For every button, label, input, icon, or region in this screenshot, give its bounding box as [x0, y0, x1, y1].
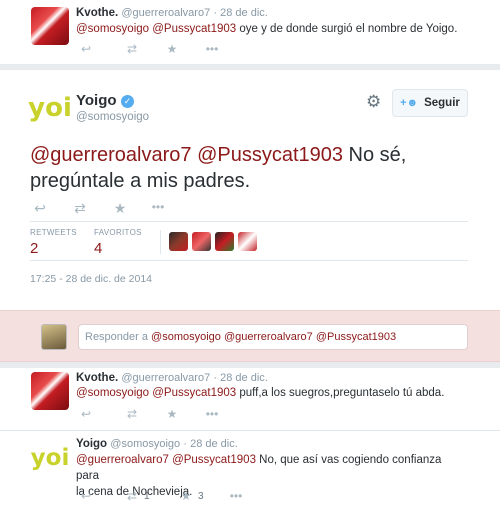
follow-button[interactable]: +☻ Seguir — [392, 89, 468, 117]
mention-link[interactable]: @Pussycat1903 — [197, 144, 343, 166]
tweet-card-1[interactable]: Kvothe. @guerreroalvaro7 · 28 de dic. @s… — [0, 0, 500, 64]
mention-link[interactable]: @Pussycat1903 — [152, 387, 236, 399]
favoriter-avatar[interactable] — [192, 232, 211, 251]
more-button[interactable]: ••• — [228, 489, 244, 503]
follow-label: Seguir — [424, 97, 460, 109]
mention-link[interactable]: @guerreroalvaro7 — [76, 454, 169, 466]
tweet-text-rest: puff,a los suegros,preguntaselo tú abda. — [236, 387, 445, 399]
author-name[interactable]: Kvothe. — [76, 372, 118, 384]
retweets-label: RETWEETS — [30, 228, 77, 237]
reply-icon: ↩ — [34, 200, 46, 216]
retweet-icon: ⇄ — [126, 489, 138, 503]
reply-mentions: @somosyoigo @guerreroalvaro7 @Pussycat19… — [151, 331, 397, 343]
settings-icon[interactable]: ⚙ — [366, 92, 381, 112]
more-icon: ••• — [229, 489, 243, 503]
tweet-card-2[interactable]: Kvothe. @guerreroalvaro7 · 28 de dic. @s… — [0, 368, 500, 430]
more-button[interactable]: ••• — [204, 407, 220, 421]
favorite-button[interactable]: ★ — [164, 42, 180, 56]
more-icon: ••• — [205, 42, 219, 56]
mention-link[interactable]: @somosyoigo — [76, 387, 149, 399]
tweet-text-part1: No sé, — [343, 144, 407, 166]
favoriter-avatar[interactable] — [169, 232, 188, 251]
tweet-card-3[interactable]: yoi Yoigo @somosyoigo · 28 de dic. @guer… — [0, 431, 500, 511]
star-icon: ★ — [180, 489, 192, 503]
favoriter-avatar[interactable] — [215, 232, 234, 251]
favoriter-avatar[interactable] — [238, 232, 257, 251]
mention-link[interactable]: @Pussycat1903 — [152, 23, 236, 35]
author-name[interactable]: Yoigo — [76, 438, 107, 450]
tweet-timestamp[interactable]: 17:25 - 28 de dic. de 2014 — [30, 273, 152, 285]
star-icon: ★ — [166, 407, 178, 421]
yoigo-logo-text: yoi — [30, 445, 70, 471]
avatar[interactable] — [31, 372, 69, 410]
reply-button[interactable]: ↩ — [78, 42, 94, 56]
favorite-count: 3 — [198, 490, 204, 502]
retweets-count: 2 — [30, 240, 39, 257]
reply-box: Responder a @somosyoigo @guerreroalvaro7… — [0, 310, 500, 362]
reply-input[interactable]: Responder a @somosyoigo @guerreroalvaro7… — [78, 324, 468, 350]
reply-icon: ↩ — [80, 407, 92, 421]
retweet-button[interactable]: ⇄ — [72, 200, 88, 217]
reply-button[interactable]: ↩ — [32, 200, 48, 217]
author-name[interactable]: Yoigo — [76, 92, 117, 109]
retweet-count: 1 — [144, 490, 150, 502]
star-icon: ★ — [166, 42, 178, 56]
reply-button[interactable]: ↩ — [78, 489, 94, 503]
tweet-text-part2: pregúntale a mis padres. — [30, 170, 251, 192]
author-name[interactable]: Kvothe. — [76, 7, 118, 19]
retweet-icon: ⇄ — [74, 200, 86, 216]
star-icon: ★ — [113, 200, 127, 216]
author-handle[interactable]: @guerreroalvaro7 — [121, 7, 210, 19]
mention-link[interactable]: @Pussycat1903 — [172, 454, 256, 466]
tweet-time[interactable]: · 28 de dic. — [183, 438, 237, 450]
avatar-yoigo-logo[interactable]: yoi — [31, 439, 69, 477]
yoigo-logo-text: yoi — [28, 93, 72, 123]
reply-placeholder: Responder a — [85, 331, 152, 343]
retweet-button[interactable]: ⇄ — [124, 407, 140, 421]
reply-button[interactable]: ↩ — [78, 407, 94, 421]
avatar[interactable] — [31, 7, 69, 45]
tweet-time[interactable]: · 28 de dic. — [213, 372, 267, 384]
retweet-button[interactable]: ⇄ 1 — [124, 489, 150, 503]
main-tweet-text: @guerreroalvaro7 @Pussycat1903 No sé, pr… — [30, 142, 480, 194]
user-avatar — [41, 324, 67, 350]
favorite-button[interactable]: ★ 3 — [178, 489, 204, 503]
author-handle[interactable]: @guerreroalvaro7 — [121, 372, 210, 384]
main-tweet: yoi Yoigo ✓ @somosyoigo ⚙ +☻ Seguir @gue… — [0, 70, 500, 310]
more-button[interactable]: ••• — [204, 42, 220, 56]
favorites-count: 4 — [94, 240, 103, 257]
author-handle[interactable]: @somosyoigo — [110, 438, 180, 450]
mention-link[interactable]: @somosyoigo — [76, 23, 149, 35]
more-icon: ••• — [205, 407, 219, 421]
retweet-icon: ⇄ — [126, 42, 138, 56]
author-handle[interactable]: @somosyoigo — [76, 111, 149, 123]
avatar-yoigo-logo[interactable]: yoi — [28, 88, 72, 128]
retweet-button[interactable]: ⇄ — [124, 42, 140, 56]
retweet-icon: ⇄ — [126, 407, 138, 421]
tweet-text: @somosyoigo @Pussycat1903 puff,a los sue… — [76, 385, 444, 401]
verified-icon: ✓ — [121, 95, 134, 108]
mention-link[interactable]: @guerreroalvaro7 — [30, 144, 192, 166]
reply-icon: ↩ — [80, 42, 92, 56]
more-button[interactable]: ••• — [150, 200, 166, 214]
favorites-stat[interactable]: FAVORITOS 4 — [94, 228, 142, 257]
tweet-text: @somosyoigo @Pussycat1903 oye y de donde… — [76, 21, 457, 37]
retweets-stat[interactable]: RETWEETS 2 — [30, 228, 77, 257]
tweet-time[interactable]: · 28 de dic. — [213, 7, 267, 19]
favorite-button[interactable]: ★ — [112, 200, 128, 217]
favorite-button[interactable]: ★ — [164, 407, 180, 421]
add-user-icon: +☻ — [400, 97, 419, 109]
favorites-label: FAVORITOS — [94, 228, 142, 237]
reply-icon: ↩ — [80, 489, 92, 503]
tweet-text-rest: oye y de donde surgió el nombre de Yoigo… — [236, 23, 458, 35]
more-icon: ••• — [151, 200, 165, 214]
